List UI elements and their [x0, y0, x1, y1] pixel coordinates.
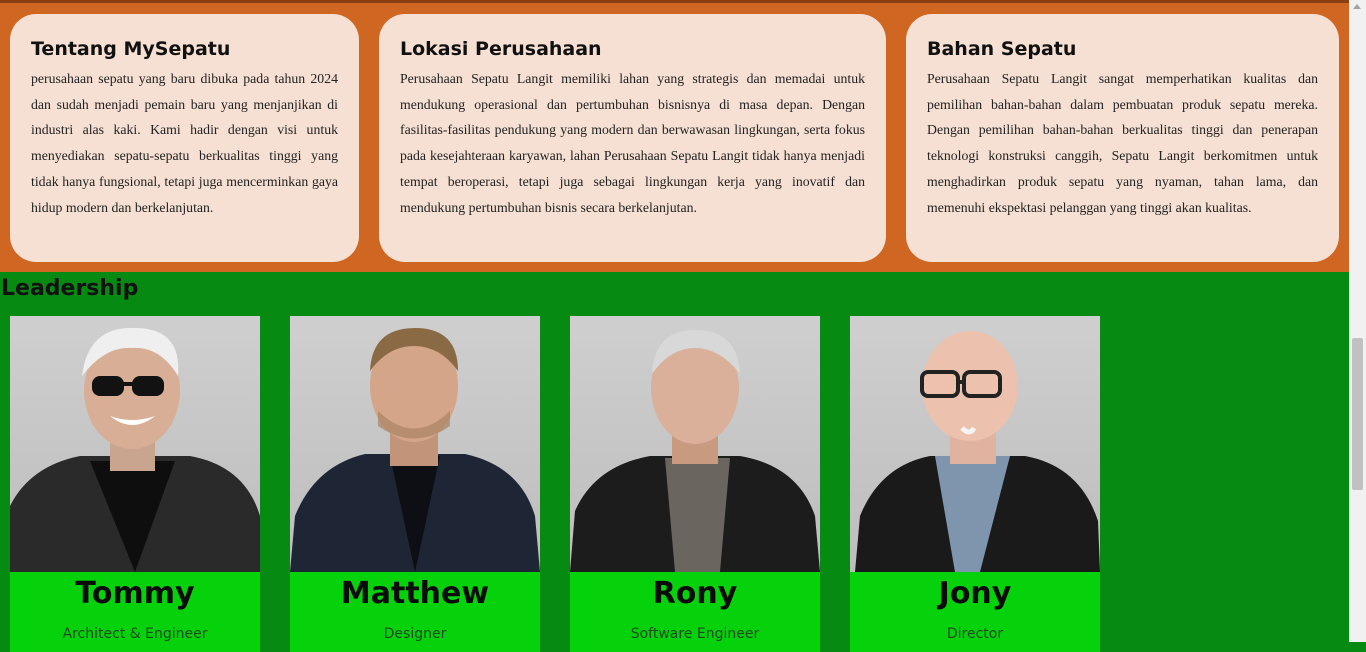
portrait-illustration	[570, 330, 820, 572]
leader-name-box: Tommy Architect & Engineer	[10, 572, 260, 652]
portrait-illustration	[855, 331, 1100, 572]
navbar-edge	[0, 0, 1349, 3]
card-bahan-sepatu: Bahan Sepatu Perusahaan Sepatu Langit sa…	[906, 14, 1339, 262]
scrollbar-thumb[interactable]	[1352, 338, 1363, 490]
leader-photo	[850, 316, 1100, 572]
leader-name: Jony	[938, 576, 1012, 611]
scroll-up-icon[interactable]	[1353, 4, 1361, 9]
leader-name-box: Jony Director	[850, 572, 1100, 652]
portrait-illustration	[10, 327, 260, 572]
leader-name-box: Rony Software Engineer	[570, 572, 820, 652]
card-text: Perusahaan Sepatu Langit memiliki lahan …	[400, 71, 865, 215]
leader-card: Matthew Designer	[290, 316, 540, 652]
page-scrollbar[interactable]	[1349, 0, 1366, 642]
card-title: Tentang MySepatu	[31, 38, 231, 60]
leader-role: Software Engineer	[630, 626, 760, 642]
leader-photo	[10, 316, 260, 572]
leader-role: Director	[946, 626, 1004, 642]
leader-role: Designer	[383, 626, 447, 642]
card-title: Bahan Sepatu	[927, 38, 1077, 60]
leader-card: Tommy Architect & Engineer	[10, 316, 260, 652]
leadership-heading: Leadership	[1, 276, 139, 301]
leader-name: Rony	[652, 576, 738, 611]
card-title: Lokasi Perusahaan	[400, 38, 602, 60]
about-section: Tentang MySepatu perusahaan sepatu yang …	[0, 0, 1349, 272]
leader-card: Rony Software Engineer	[570, 316, 820, 652]
card-tentang-mysepatu: Tentang MySepatu perusahaan sepatu yang …	[10, 14, 359, 262]
leader-card: Jony Director	[850, 316, 1100, 652]
leader-name: Matthew	[340, 576, 490, 611]
card-text: perusahaan sepatu yang baru dibuka pada …	[31, 71, 338, 215]
card-text: Perusahaan Sepatu Langit sangat memperha…	[927, 71, 1318, 215]
leader-name-box: Matthew Designer	[290, 572, 540, 652]
leader-photo	[570, 316, 820, 572]
card-lokasi-perusahaan: Lokasi Perusahaan Perusahaan Sepatu Lang…	[379, 14, 886, 262]
leader-role: Architect & Engineer	[62, 626, 208, 642]
leader-name: Tommy	[75, 576, 195, 611]
leader-photo	[290, 316, 540, 572]
portrait-illustration	[290, 328, 540, 572]
